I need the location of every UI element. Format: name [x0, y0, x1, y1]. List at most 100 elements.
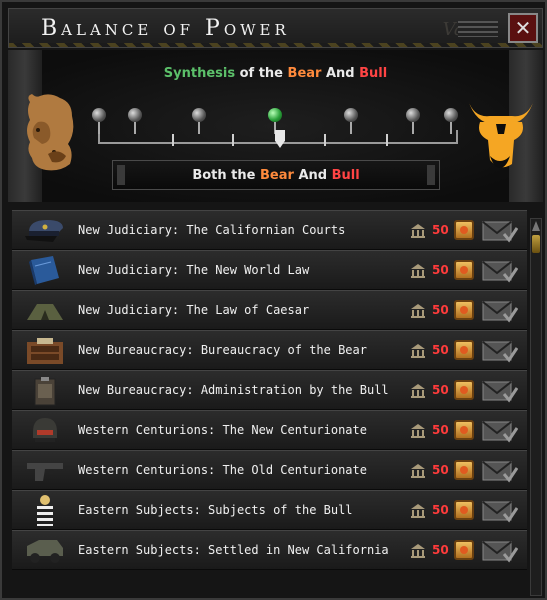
decision-cost: 50 [432, 263, 449, 277]
helmet-icon [20, 416, 70, 446]
political-power-icon [411, 384, 425, 398]
political-power-icon [411, 464, 425, 478]
label-both-the: Both the [192, 167, 256, 183]
decision-row[interactable]: New Judiciary: The Law of Caesar 50 [12, 290, 527, 330]
decision-cost: 50 [432, 503, 449, 517]
pistol-icon [20, 456, 70, 486]
ideology-badge-icon [454, 460, 474, 480]
adopt-button[interactable] [482, 338, 518, 364]
law-book-icon [20, 256, 70, 286]
political-power-icon [411, 504, 425, 518]
scale-tick [324, 134, 326, 146]
decision-row[interactable]: New Judiciary: The Californian Courts 50 [12, 210, 527, 250]
adopt-button[interactable] [482, 538, 518, 564]
scale-pin-1 [92, 108, 106, 134]
headline-of-the: of the [235, 66, 288, 81]
ideology-badge-icon [454, 340, 474, 360]
ideology-badge-icon [454, 420, 474, 440]
decision-row[interactable]: Eastern Subjects: Subjects of the Bull 5… [12, 490, 527, 530]
political-power-icon [411, 424, 425, 438]
decision-row[interactable]: New Judiciary: The New World Law 50 [12, 250, 527, 290]
decision-name: Western Centurions: The Old Centurionate [78, 463, 367, 477]
decision-name: Eastern Subjects: Settled in New Califor… [78, 543, 389, 557]
decision-cost: 50 [432, 543, 449, 557]
scale-tick [172, 134, 174, 146]
decision-row[interactable]: Eastern Subjects: Settled in New Califor… [12, 530, 527, 570]
scale-pin-5 [344, 108, 358, 134]
political-power-icon [411, 344, 425, 358]
decision-name: New Judiciary: The Law of Caesar [78, 303, 310, 317]
decision-row[interactable]: Western Centurions: The New Centurionate… [12, 410, 527, 450]
scroll-up-icon[interactable] [532, 221, 540, 231]
adopt-button[interactable] [482, 298, 518, 324]
close-button[interactable]: ✕ [508, 13, 538, 43]
decision-row[interactable]: Western Centurions: The Old Centurionate… [12, 450, 527, 490]
label-bear: Bear [259, 167, 294, 183]
ideology-badge-icon [454, 220, 474, 240]
scale-tick [232, 134, 234, 146]
political-power-icon [411, 224, 425, 238]
prisoner-icon [20, 495, 70, 526]
adopt-button[interactable] [482, 498, 518, 524]
police-cap-icon [20, 216, 70, 246]
decision-name: Western Centurions: The New Centurionate [78, 423, 367, 437]
window-title: Balance of Power [41, 16, 290, 41]
adopt-button[interactable] [482, 418, 518, 444]
desk-drawer-icon [20, 336, 70, 366]
scale-pin-7 [444, 108, 458, 134]
balance-marker [275, 130, 285, 148]
balance-of-power-window: Balance of Power Vaul ✕ Synthesis of the… [0, 0, 547, 600]
adopt-button[interactable] [482, 218, 518, 244]
headline-bear: Bear [287, 66, 322, 81]
label-cap-left [117, 165, 125, 185]
decision-name: New Bureaucracy: Administration by the B… [78, 383, 389, 397]
political-power-icon [411, 304, 425, 318]
headline-and: And [321, 66, 360, 81]
scale-pin-6 [406, 108, 420, 134]
political-power-icon [411, 264, 425, 278]
decision-name: New Bureaucracy: Bureaucracy of the Bear [78, 343, 367, 357]
decision-cost: 50 [432, 463, 449, 477]
ideology-badge-icon [454, 300, 474, 320]
ideology-badge-icon [454, 500, 474, 520]
scrollbar[interactable] [530, 218, 542, 596]
title-bar[interactable]: Balance of Power Vaul ✕ [8, 8, 543, 48]
decision-name: Eastern Subjects: Subjects of the Bull [78, 503, 353, 517]
adopt-button[interactable] [482, 258, 518, 284]
decision-row[interactable]: New Bureaucracy: Administration by the B… [12, 370, 527, 410]
balance-headline: Synthesis of the Bear And Bull [8, 66, 543, 81]
decision-cost: 50 [432, 303, 449, 317]
adopt-button[interactable] [482, 378, 518, 404]
decision-cost: 50 [432, 343, 449, 357]
ideology-badge-icon [454, 540, 474, 560]
scroll-thumb[interactable] [532, 235, 540, 253]
bull-icon [468, 100, 534, 168]
scale-pin-2 [128, 108, 142, 134]
scale-tick [386, 134, 388, 146]
ideology-badge-icon [454, 380, 474, 400]
army-tent-icon [20, 296, 70, 326]
decision-name: New Judiciary: The New World Law [78, 263, 310, 277]
hazard-stripe [9, 43, 542, 47]
balance-range-label: Both the Bear And Bull [112, 160, 440, 190]
clipboard-icon [20, 376, 70, 406]
armored-car-icon [20, 536, 70, 566]
adopt-button[interactable] [482, 458, 518, 484]
headline-bull: Bull [359, 66, 388, 81]
scale-pin-3 [192, 108, 206, 134]
decision-name: New Judiciary: The Californian Courts [78, 223, 346, 237]
decision-row[interactable]: New Bureaucracy: Bureaucracy of the Bear… [12, 330, 527, 370]
ideology-badge-icon [454, 260, 474, 280]
decision-cost: 50 [432, 383, 449, 397]
decision-cost: 50 [432, 423, 449, 437]
balance-panel: Synthesis of the Bear And Bull Both the … [8, 50, 543, 202]
label-bull: Bull [331, 167, 360, 183]
drag-grip-icon[interactable] [458, 21, 498, 37]
label-cap-right [427, 165, 435, 185]
political-power-icon [411, 544, 425, 558]
decision-list: New Judiciary: The Californian Courts 50… [12, 210, 527, 600]
decision-cost: 50 [432, 223, 449, 237]
headline-synthesis: Synthesis [163, 66, 236, 81]
label-and: And [298, 167, 328, 183]
bear-icon [27, 94, 74, 171]
